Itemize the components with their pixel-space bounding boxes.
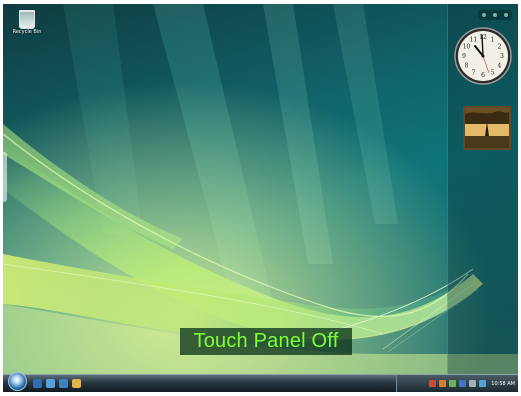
system-tray: 10:58 AM: [396, 375, 518, 392]
slideshow-photo: [465, 108, 509, 148]
quick-launch: [33, 379, 81, 389]
wireless-icon[interactable]: [459, 380, 467, 387]
volume-icon[interactable]: [469, 380, 477, 387]
touch-icon[interactable]: [479, 380, 487, 387]
windows-sidebar: 12 1 2 3 4 5 6 7 8 9 10 11: [447, 4, 518, 374]
battery-icon[interactable]: [449, 380, 457, 387]
add-gadget-icon[interactable]: [481, 13, 486, 17]
previous-icon[interactable]: [492, 13, 497, 17]
touch-panel-osd: Touch Panel Off: [180, 328, 352, 355]
taskbar: 10:58 AM: [3, 372, 518, 392]
shield-icon[interactable]: [439, 380, 447, 387]
sidebar-controls[interactable]: [478, 10, 512, 20]
desktop-screen: Recycle Bin 12 1 2 3 4 5 6 7 8 9 10 11 T…: [3, 4, 518, 392]
tray-clock[interactable]: 10:58 AM: [491, 381, 515, 387]
clock-number: 5: [491, 69, 495, 76]
clock-gadget[interactable]: 12 12 3 45678 9 1011: [453, 26, 513, 86]
slideshow-gadget[interactable]: [463, 106, 511, 150]
recycle-bin-shortcut[interactable]: Recycle Bin: [9, 8, 45, 48]
clock-number: 2: [498, 44, 502, 51]
osd-message: Touch Panel Off: [193, 330, 339, 352]
clock-number: 6: [481, 72, 485, 79]
show-desktop-icon[interactable]: [33, 379, 42, 388]
clock-number: 9: [462, 53, 466, 60]
sidebar-edge-tab[interactable]: [3, 152, 7, 202]
clock-number: 11: [470, 37, 478, 44]
switch-windows-icon[interactable]: [46, 379, 55, 388]
internet-explorer-icon[interactable]: [59, 379, 68, 388]
clock-number: 7: [472, 69, 476, 76]
clock-number: 12: [479, 34, 487, 41]
recycle-bin-label: Recycle Bin: [12, 29, 42, 35]
clock-number: 1: [491, 37, 495, 44]
folder-icon[interactable]: [72, 379, 81, 388]
recycle-bin-icon: [19, 10, 35, 29]
clock-number: 4: [498, 63, 502, 70]
network-icon[interactable]: [429, 380, 437, 387]
next-icon[interactable]: [504, 13, 509, 17]
clock-minute-hand: [481, 34, 484, 57]
clock-number: 8: [465, 63, 469, 70]
start-button[interactable]: [8, 372, 27, 391]
clock-number: 10: [463, 44, 471, 51]
clock-number: 3: [500, 53, 504, 60]
